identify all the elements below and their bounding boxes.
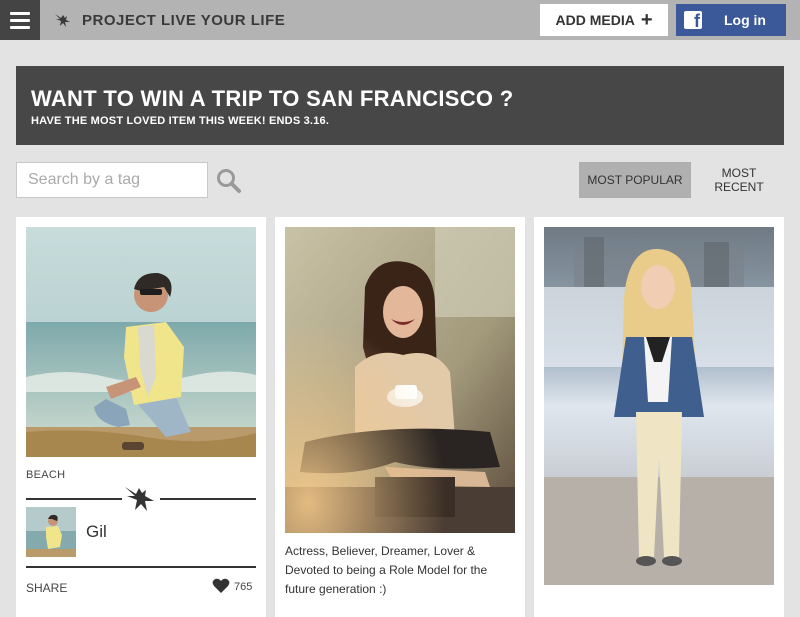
tab-most-recent[interactable]: MOST RECENT	[691, 162, 787, 198]
menu-button[interactable]	[0, 0, 40, 40]
banner-subtitle: HAVE THE MOST LOVED ITEM THIS WEEK! ENDS…	[31, 115, 330, 127]
beach-photo	[26, 227, 256, 457]
heart-icon[interactable]	[212, 578, 230, 594]
avatar[interactable]	[26, 507, 76, 557]
login-label: Log in	[724, 12, 766, 28]
tag-label[interactable]: BEACH	[26, 469, 65, 481]
eagle-icon	[55, 14, 70, 27]
hamburger-icon	[10, 12, 30, 15]
street-photo	[544, 227, 774, 585]
add-media-label: ADD MEDIA	[555, 12, 635, 28]
brand-name: PROJECT LIVE YOUR LIFE	[82, 11, 286, 29]
facebook-icon: f	[684, 11, 702, 31]
add-media-button[interactable]: ADD MEDIA +	[540, 4, 668, 36]
facebook-login-button[interactable]: f Log in	[676, 4, 786, 36]
top-bar: PROJECT LIVE YOUR LIFE ADD MEDIA + f Log…	[0, 0, 800, 40]
card-photo[interactable]	[544, 227, 774, 585]
media-card	[534, 217, 784, 617]
media-card: BEACH Gil SHARE 765	[16, 217, 266, 617]
hamburger-icon-line	[10, 19, 30, 22]
card-caption: Actress, Believer, Dreamer, Lover & Devo…	[285, 544, 488, 596]
promo-banner: WANT TO WIN A TRIP TO SAN FRANCISCO ? HA…	[16, 66, 784, 145]
brand-logo[interactable]: PROJECT LIVE YOUR LIFE	[54, 0, 285, 40]
tab-most-popular[interactable]: MOST POPULAR	[579, 162, 691, 198]
search-icon[interactable]	[216, 168, 242, 194]
media-card: Actress, Believer, Dreamer, Lover & Devo…	[275, 217, 525, 617]
banner-title: WANT TO WIN A TRIP TO SAN FRANCISCO ?	[31, 86, 514, 111]
card-photo[interactable]	[285, 227, 515, 533]
eagle-icon	[125, 487, 154, 511]
card-photo[interactable]	[26, 227, 256, 457]
share-button[interactable]: SHARE	[26, 581, 67, 595]
hamburger-icon-line	[10, 26, 30, 29]
divider	[26, 566, 256, 568]
search-input[interactable]	[16, 162, 208, 198]
user-name[interactable]: Gil	[86, 522, 107, 542]
portrait-photo	[285, 227, 515, 533]
divider	[160, 498, 256, 500]
plus-icon: +	[640, 9, 653, 31]
divider	[26, 498, 122, 500]
like-count: 765	[234, 581, 253, 593]
